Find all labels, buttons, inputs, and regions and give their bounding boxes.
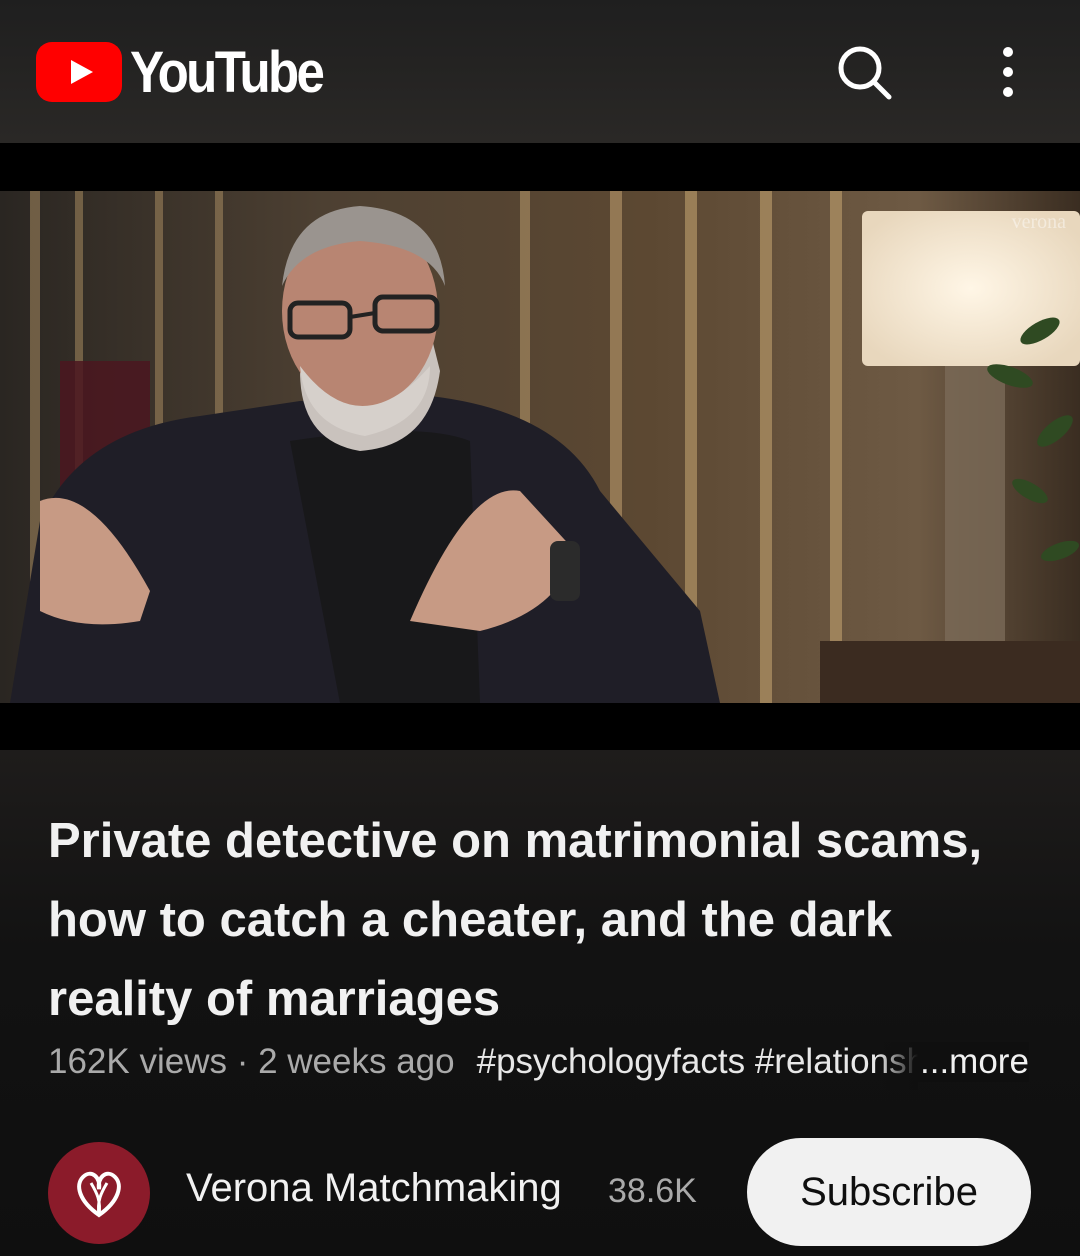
meta-separator: · [226,1042,259,1081]
view-count: 162K views [48,1042,227,1081]
search-icon [838,46,892,100]
channel-watermark: verona [1011,211,1066,233]
channel-name[interactable]: Verona Matchmaking [186,1166,562,1211]
more-options-button[interactable] [968,32,1048,112]
truncation-fade [878,1042,918,1090]
video-frame[interactable]: verona [0,191,1080,703]
upload-age: 2 weeks ago [258,1042,455,1081]
channel-avatar[interactable] [48,1142,150,1244]
search-button[interactable] [824,32,904,112]
more-vert-icon [1003,47,1013,97]
youtube-play-icon [36,42,122,102]
video-scene [0,191,1080,703]
video-info-panel: Private detective on matrimonial scams, … [0,750,1080,1256]
verona-logo-icon [77,1171,121,1218]
youtube-logo[interactable]: YouTube [36,40,348,105]
subscriber-count: 38.6K [608,1172,697,1210]
subscribe-button[interactable]: Subscribe [747,1138,1031,1246]
logo-wordmark: YouTube [130,39,325,105]
channel-row: Verona Matchmaking 38.6K Subscribe [0,1138,1080,1246]
video-metadata[interactable]: 162K views · 2 weeks ago #psychologyfacts… [48,1042,1038,1090]
video-player[interactable]: verona [0,143,1080,750]
more-description-link[interactable]: ...more [918,1042,1029,1082]
video-title[interactable]: Private detective on matrimonial scams, … [48,802,1038,1039]
top-app-bar: YouTube [0,0,1080,143]
